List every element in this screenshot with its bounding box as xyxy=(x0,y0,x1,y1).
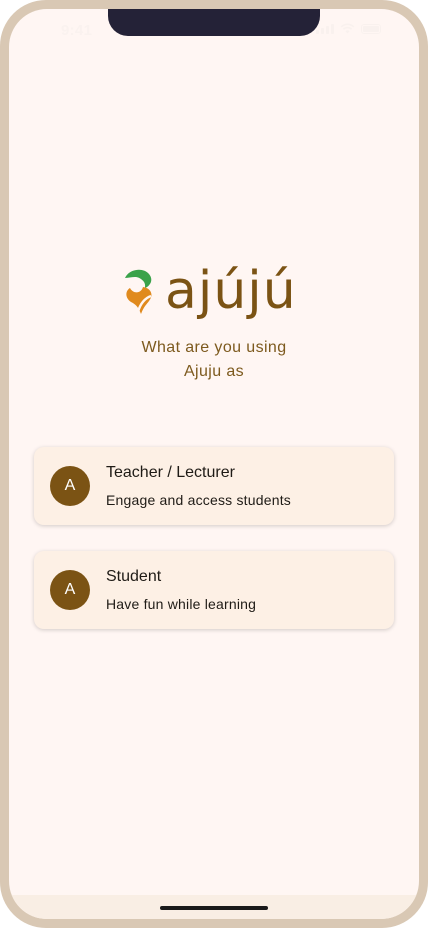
bottom-bar xyxy=(9,895,419,919)
avatar: A xyxy=(50,570,90,610)
option-description: Have fun while learning xyxy=(106,596,257,612)
prompt-line-1: What are you using xyxy=(141,339,287,356)
option-card-student[interactable]: A Student Have fun while learning xyxy=(34,551,394,629)
ajuju-logo: ajújú xyxy=(121,265,297,317)
wifi-icon xyxy=(340,23,355,34)
logo-wordmark: ajújú xyxy=(165,261,297,321)
avatar: A xyxy=(50,466,90,506)
status-icons xyxy=(316,23,381,34)
signal-icon xyxy=(316,24,334,34)
option-title: Student xyxy=(106,568,162,585)
status-time: 9:41 xyxy=(61,22,93,39)
option-description: Engage and access students xyxy=(106,492,291,508)
camera-notch xyxy=(108,9,320,36)
app-screen: 9:41 ajújú What are you using Ajuju as A… xyxy=(9,9,419,919)
device-frame: 9:41 ajújú What are you using Ajuju as A… xyxy=(0,0,428,928)
option-card-teacher[interactable]: A Teacher / Lecturer Engage and access s… xyxy=(34,447,394,525)
battery-icon xyxy=(361,24,381,34)
page-prompt: What are you using Ajuju as xyxy=(9,336,419,384)
option-title: Teacher / Lecturer xyxy=(106,464,235,481)
logo-mark-icon xyxy=(125,269,152,314)
prompt-line-2: Ajuju as xyxy=(183,363,245,380)
home-indicator[interactable] xyxy=(160,906,268,910)
